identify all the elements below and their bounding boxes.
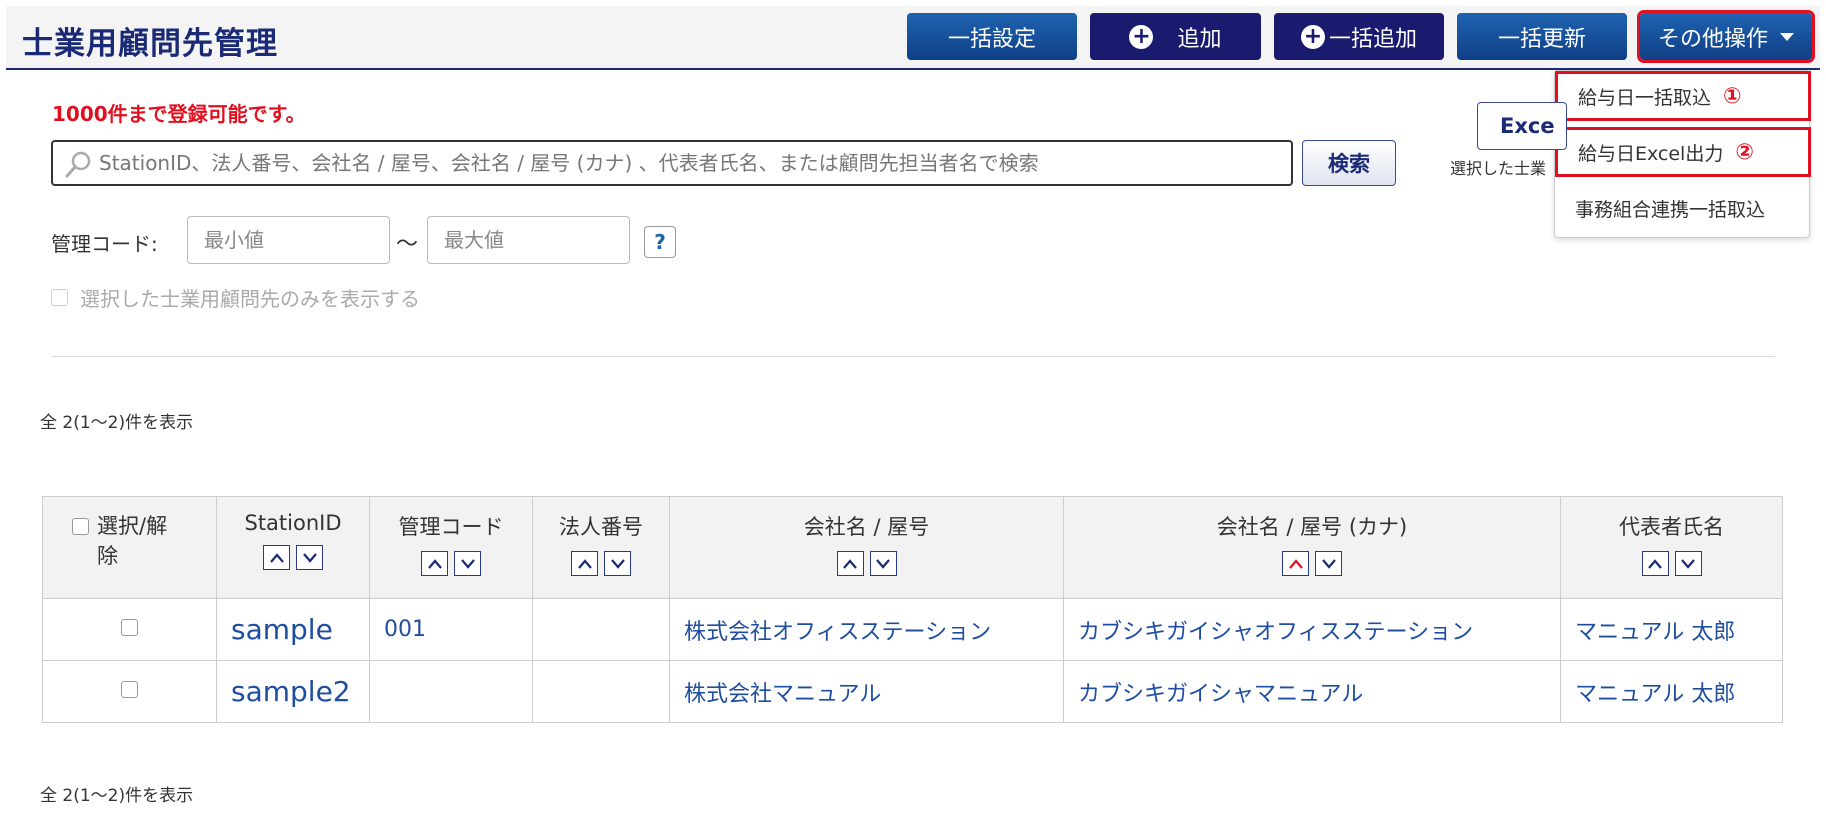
only-selected-filter[interactable]: 選択した士業用顧問先のみを表示する xyxy=(51,283,420,312)
column-header-corp-no: 法人番号 xyxy=(532,496,670,599)
row-checkbox[interactable] xyxy=(121,619,138,636)
company-kana-cell: カブシキガイシャオフィスステーション xyxy=(1063,598,1561,661)
sort-asc-icon[interactable] xyxy=(263,545,290,570)
mgmt-code-cell xyxy=(369,660,533,723)
add-label: 追加 xyxy=(1177,26,1222,52)
rep-cell: マニュアル 太郎 xyxy=(1560,598,1783,661)
clients-table: 選択/解除 StationID 管理コード 法人番号 会社名 / 屋号 会社名 … xyxy=(42,496,1783,723)
bulk-setting-label: 一括設定 xyxy=(947,26,1036,52)
sort-asc-icon[interactable] xyxy=(836,551,864,576)
only-selected-label: 選択した士業用顧問先のみを表示する xyxy=(80,287,420,311)
select-all-checkbox[interactable] xyxy=(72,518,89,535)
other-operations-button[interactable]: その他操作 xyxy=(1637,10,1815,63)
header-label: 管理コード xyxy=(398,515,504,539)
excel-note: 選択した士業 xyxy=(1450,159,1547,178)
table-row: sample2 株式会社マニュアル カブシキガイシャマニュアル マニュアル 太郎 xyxy=(42,660,1783,723)
column-header-station-id: StationID xyxy=(216,496,370,599)
sort-desc-icon[interactable] xyxy=(454,551,481,576)
sort-controls xyxy=(1282,551,1342,576)
annotation-badge: ① xyxy=(1723,83,1742,109)
sort-controls xyxy=(1641,551,1702,576)
header-label: 代表者氏名 xyxy=(1619,515,1724,539)
sort-desc-icon[interactable] xyxy=(869,551,897,576)
plus-circle-icon: + xyxy=(1129,24,1154,49)
menu-item-label: 給与日一括取込 xyxy=(1578,86,1712,109)
company-kana-cell: カブシキガイシャマニュアル xyxy=(1063,660,1561,723)
station-id-link[interactable]: sample2 xyxy=(231,675,351,708)
row-checkbox[interactable] xyxy=(121,681,138,698)
sort-controls xyxy=(421,551,481,576)
search-box xyxy=(51,140,1293,186)
corp-no-cell xyxy=(532,598,670,661)
company-cell: 株式会社マニュアル xyxy=(669,660,1064,723)
bulk-update-button[interactable]: 一括更新 xyxy=(1457,13,1627,60)
caret-down-icon xyxy=(1780,32,1794,41)
company-cell: 株式会社オフィスステーション xyxy=(669,598,1064,661)
sort-desc-icon[interactable] xyxy=(1674,551,1702,576)
registration-limit-notice: 1000件まで登録可能です。 xyxy=(52,102,306,126)
station-id-link[interactable]: sample xyxy=(231,613,333,646)
sort-controls xyxy=(571,551,631,576)
header-label: StationID xyxy=(244,511,342,535)
management-code-max-input[interactable] xyxy=(427,216,630,264)
add-button[interactable]: + 追加 xyxy=(1090,13,1261,60)
range-tilde: ～ xyxy=(396,232,419,257)
sort-controls xyxy=(263,545,323,570)
row-select-cell xyxy=(42,598,217,661)
sort-asc-icon[interactable] xyxy=(571,551,598,576)
menu-item-payday-excel-export[interactable]: 給与日Excel出力 ② xyxy=(1555,127,1811,177)
row-select-cell xyxy=(42,660,217,723)
table-row: sample 001 株式会社オフィスステーション カブシキガイシャオフィスステ… xyxy=(42,598,1783,661)
table-header-row: 選択/解除 StationID 管理コード 法人番号 会社名 / 屋号 会社名 … xyxy=(42,496,1783,599)
search-input[interactable] xyxy=(99,142,1289,184)
corp-no-cell xyxy=(532,660,670,723)
only-selected-checkbox[interactable] xyxy=(51,289,68,306)
menu-item-payday-bulk-import[interactable]: 給与日一括取込 ① xyxy=(1555,71,1811,121)
menu-item-labor-union-bulk-import[interactable]: 事務組合連携一括取込 xyxy=(1555,183,1811,233)
station-id-cell: sample xyxy=(216,598,370,661)
column-header-mgmt-code: 管理コード xyxy=(369,496,533,599)
sort-asc-icon-active[interactable] xyxy=(1282,551,1309,576)
result-count-top: 全 2(1～2)件を表示 xyxy=(40,413,194,433)
sort-asc-icon[interactable] xyxy=(1641,551,1669,576)
plus-circle-icon: + xyxy=(1300,24,1325,49)
bulk-add-label: 一括追加 xyxy=(1328,26,1417,52)
page-title: 士業用顧問先管理 xyxy=(22,26,278,62)
management-code-label: 管理コード: xyxy=(51,232,158,256)
sort-asc-icon[interactable] xyxy=(421,551,448,576)
station-id-cell: sample2 xyxy=(216,660,370,723)
menu-item-label: 給与日Excel出力 xyxy=(1578,142,1724,165)
sort-desc-icon[interactable] xyxy=(1315,551,1342,576)
mgmt-code-cell: 001 xyxy=(369,598,533,661)
bulk-add-button[interactable]: + 一括追加 xyxy=(1274,13,1444,60)
sort-desc-icon[interactable] xyxy=(296,545,323,570)
header-bar: 士業用顧問先管理 一括設定 + 追加 + 一括追加 一括更新 その他操作 xyxy=(6,6,1820,70)
annotation-badge: ② xyxy=(1735,139,1754,165)
rep-cell: マニュアル 太郎 xyxy=(1560,660,1783,723)
page-root: 士業用顧問先管理 一括設定 + 追加 + 一括追加 一括更新 その他操作 給与日… xyxy=(0,0,1826,819)
column-header-rep: 代表者氏名 xyxy=(1560,496,1783,599)
column-header-select: 選択/解除 xyxy=(42,496,217,599)
search-button[interactable]: 検索 xyxy=(1302,140,1396,186)
help-icon[interactable]: ? xyxy=(644,226,676,258)
column-header-company: 会社名 / 屋号 xyxy=(669,496,1064,599)
result-count-bottom: 全 2(1～2)件を表示 xyxy=(40,786,194,806)
sort-desc-icon[interactable] xyxy=(604,551,631,576)
header-label: 法人番号 xyxy=(559,515,643,539)
bulk-update-label: 一括更新 xyxy=(1497,26,1586,52)
bulk-setting-button[interactable]: 一括設定 xyxy=(907,13,1077,60)
search-icon xyxy=(65,151,91,178)
excel-button[interactable]: Exce xyxy=(1477,102,1567,150)
menu-item-label: 事務組合連携一括取込 xyxy=(1575,198,1766,221)
management-code-min-input[interactable] xyxy=(187,216,390,264)
header-label: 会社名 / 屋号 xyxy=(803,515,930,539)
select-all-label: 選択/解除 xyxy=(97,514,168,568)
divider xyxy=(51,356,1775,357)
header-label: 会社名 / 屋号 (カナ) xyxy=(1216,515,1408,539)
other-operations-label: その他操作 xyxy=(1657,26,1768,52)
sort-controls xyxy=(836,551,897,576)
column-header-company-kana: 会社名 / 屋号 (カナ) xyxy=(1063,496,1561,599)
other-operations-menu: 給与日一括取込 ① 給与日Excel出力 ② 事務組合連携一括取込 xyxy=(1554,70,1811,238)
